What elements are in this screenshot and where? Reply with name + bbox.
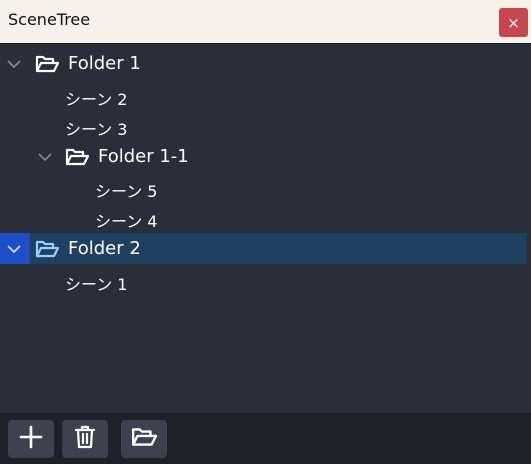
tree-item-label: Folder 1 [68, 53, 141, 74]
scene-tree: Folder 1 シーン 2 シーン 3 Folder 1-1 シーン 5 シー… [0, 45, 531, 413]
add-button[interactable] [8, 420, 54, 458]
tree-item-label: Folder 1-1 [98, 146, 189, 167]
folder-open-icon [35, 239, 60, 259]
new-folder-button[interactable] [121, 420, 167, 458]
trash-icon [74, 425, 96, 453]
chevron-down-icon[interactable] [6, 241, 22, 257]
tree-item-folder-1-1[interactable]: Folder 1-1 [0, 141, 531, 172]
close-button[interactable]: × [499, 8, 528, 37]
tree-toolbar [0, 413, 531, 464]
tree-item-label: シーン 2 [65, 90, 128, 109]
chevron-down-icon[interactable] [37, 149, 53, 165]
tree-item-scene-2[interactable]: シーン 2 [0, 80, 531, 111]
tree-item-label: Folder 2 [68, 238, 141, 259]
tree-item-label: シーン 5 [95, 182, 158, 201]
chevron-down-icon[interactable] [6, 56, 22, 72]
tree-item-label: シーン 4 [95, 212, 158, 231]
tree-item-label: シーン 3 [65, 120, 128, 139]
tree-item-folder-2[interactable]: Folder 2 [0, 233, 531, 264]
tree-item-scene-3[interactable]: シーン 3 [0, 110, 531, 141]
tree-item-label: シーン 1 [65, 275, 128, 294]
close-icon: × [507, 13, 520, 32]
tree-item-scene-5[interactable]: シーン 5 [0, 172, 531, 203]
plus-icon [19, 425, 43, 453]
scene-tree-window: SceneTree × Folder 1 シーン 2 シーン 3 Folder … [0, 0, 531, 464]
tree-item-scene-4[interactable]: シーン 4 [0, 202, 531, 233]
delete-button[interactable] [62, 420, 108, 458]
title-bar: SceneTree × [0, 0, 531, 44]
folder-open-icon [131, 426, 158, 452]
tree-item-scene-1[interactable]: シーン 1 [0, 265, 531, 296]
folder-open-icon [65, 147, 90, 167]
tree-item-folder-1[interactable]: Folder 1 [0, 48, 531, 79]
window-title: SceneTree [8, 10, 91, 29]
folder-open-icon [35, 54, 60, 74]
